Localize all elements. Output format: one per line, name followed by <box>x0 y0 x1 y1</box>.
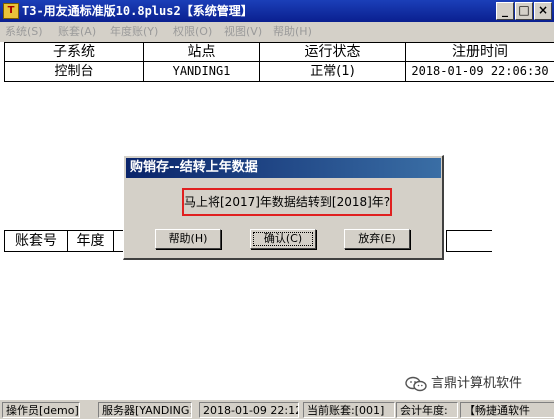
status-operator: 操作员[demo] <box>2 402 80 418</box>
menu-help[interactable]: 帮助(H) <box>273 25 312 39</box>
watermark-text: 言鼎计算机软件 <box>431 376 523 391</box>
status-company: 【畅捷通软件 <box>460 402 554 418</box>
column-header-year[interactable]: 年度 <box>68 230 114 252</box>
column-header-status[interactable]: 运行状态 <box>260 42 406 62</box>
subsystem-table: 子系统 站点 运行状态 注册时间 控制台 YANDING1 正常(1) 2018… <box>4 42 554 82</box>
menu-permission[interactable]: 权限(O) <box>173 25 212 39</box>
column-header-extra <box>446 230 492 252</box>
help-button[interactable]: 帮助(H) <box>155 229 221 249</box>
status-datetime: 2018-01-09 22:12 <box>199 402 299 418</box>
column-header-site[interactable]: 站点 <box>144 42 260 62</box>
menu-bar: 系统(S) 账套(A) 年度账(Y) 权限(O) 视图(V) 帮助(H) <box>0 22 554 42</box>
status-bar: 操作员[demo] 服务器[YANDING1] 2018-01-09 22:12… <box>0 399 554 419</box>
column-header-account-no[interactable]: 账套号 <box>4 230 68 252</box>
close-button[interactable]: × <box>534 2 552 20</box>
app-icon: T <box>3 3 19 19</box>
status-current-account: 当前账套:[001] <box>303 402 395 418</box>
cancel-button[interactable]: 放弃(E) <box>344 229 410 249</box>
table-cell-register-time[interactable]: 2018-01-09 22:06:30 <box>406 62 554 82</box>
table-cell-subsystem[interactable]: 控制台 <box>4 62 144 82</box>
menu-system[interactable]: 系统(S) <box>5 25 43 39</box>
message-highlight: 马上将[2017]年数据结转到[2018]年? <box>182 188 392 216</box>
status-fiscal-year: 会计年度: <box>396 402 458 418</box>
table-cell-status[interactable]: 正常(1) <box>260 62 406 82</box>
maximize-button[interactable]: □ <box>515 2 533 20</box>
dialog-titlebar[interactable]: 购销存--结转上年数据 <box>126 158 441 178</box>
carry-forward-dialog: 购销存--结转上年数据 马上将[2017]年数据结转到[2018]年? 帮助(H… <box>123 155 444 260</box>
dialog-message: 马上将[2017]年数据结转到[2018]年? <box>184 195 391 209</box>
column-header-subsystem[interactable]: 子系统 <box>4 42 144 62</box>
column-header-register-time[interactable]: 注册时间 <box>406 42 554 62</box>
table-cell-site[interactable]: YANDING1 <box>144 62 260 82</box>
menu-account[interactable]: 账套(A) <box>58 25 96 39</box>
status-server: 服务器[YANDING1] <box>98 402 192 418</box>
confirm-button[interactable]: 确认(C) <box>250 229 316 249</box>
minimize-button[interactable]: _ <box>496 2 514 20</box>
dialog-title: 购销存--结转上年数据 <box>130 160 258 175</box>
window-titlebar[interactable]: T T3-用友通标准版10.8plus2【系统管理】 _ □ × <box>0 0 554 22</box>
menu-view[interactable]: 视图(V) <box>224 25 262 39</box>
menu-yearly-account[interactable]: 年度账(Y) <box>110 25 158 39</box>
window-title: T3-用友通标准版10.8plus2【系统管理】 <box>22 4 253 18</box>
wechat-icon <box>405 376 427 392</box>
